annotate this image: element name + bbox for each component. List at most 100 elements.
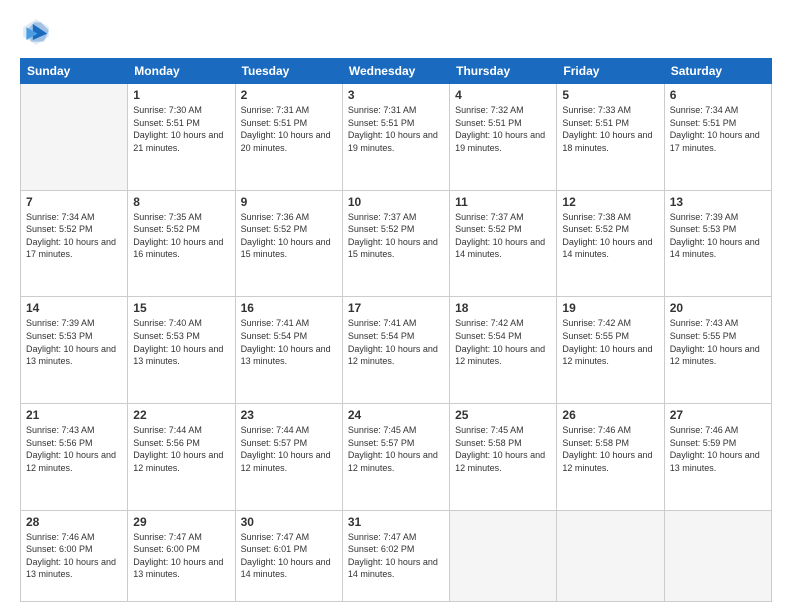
calendar-cell: 1Sunrise: 7:30 AM Sunset: 5:51 PM Daylig… <box>128 84 235 191</box>
day-info: Sunrise: 7:31 AM Sunset: 5:51 PM Dayligh… <box>348 104 444 154</box>
logo-icon <box>20 16 52 48</box>
day-info: Sunrise: 7:47 AM Sunset: 6:00 PM Dayligh… <box>133 531 229 581</box>
day-number: 20 <box>670 301 766 315</box>
day-number: 9 <box>241 195 337 209</box>
day-number: 31 <box>348 515 444 529</box>
calendar-cell <box>664 510 771 601</box>
day-number: 25 <box>455 408 551 422</box>
day-number: 21 <box>26 408 122 422</box>
calendar-cell: 5 Sunrise: 7:33 AM Sunset: 5:51 PM Daylig… <box>557 84 664 191</box>
day-number: 19 <box>562 301 658 315</box>
day-number: 26 <box>562 408 658 422</box>
day-info: Sunrise: 7:33 AM Sunset: 5:51 PM Dayligh… <box>562 104 658 154</box>
day-info: Sunrise: 7:32 AM Sunset: 5:51 PM Dayligh… <box>455 104 551 154</box>
day-info: Sunrise: 7:47 AM Sunset: 6:01 PM Dayligh… <box>241 531 337 581</box>
calendar-cell: 30Sunrise: 7:47 AM Sunset: 6:01 PM Dayli… <box>235 510 342 601</box>
day-info: Sunrise: 7:46 AM Sunset: 5:58 PM Dayligh… <box>562 424 658 474</box>
day-number: 4 <box>455 88 551 102</box>
calendar-cell: 22 Sunrise: 7:44 AM Sunset: 5:56 PM Dayli… <box>128 403 235 510</box>
day-info: Sunrise: 7:30 AM Sunset: 5:51 PM Dayligh… <box>133 104 229 154</box>
day-info: Sunrise: 7:44 AM Sunset: 5:57 PM Dayligh… <box>241 424 337 474</box>
calendar-cell: 6 Sunrise: 7:34 AM Sunset: 5:51 PM Daylig… <box>664 84 771 191</box>
calendar-cell: 14 Sunrise: 7:39 AM Sunset: 5:53 PM Dayli… <box>21 297 128 404</box>
calendar-cell <box>450 510 557 601</box>
day-number: 13 <box>670 195 766 209</box>
calendar-cell: 26 Sunrise: 7:46 AM Sunset: 5:58 PM Dayli… <box>557 403 664 510</box>
calendar-cell: 8Sunrise: 7:35 AM Sunset: 5:52 PM Daylig… <box>128 190 235 297</box>
day-number: 2 <box>241 88 337 102</box>
calendar-cell: 9Sunrise: 7:36 AM Sunset: 5:52 PM Daylig… <box>235 190 342 297</box>
day-info: Sunrise: 7:46 AM Sunset: 6:00 PM Dayligh… <box>26 531 122 581</box>
page: SundayMondayTuesdayWednesdayThursdayFrid… <box>0 0 792 612</box>
calendar-cell: 11 Sunrise: 7:37 AM Sunset: 5:52 PM Dayli… <box>450 190 557 297</box>
calendar-cell: 17 Sunrise: 7:41 AM Sunset: 5:54 PM Dayli… <box>342 297 449 404</box>
day-info: Sunrise: 7:44 AM Sunset: 5:56 PM Dayligh… <box>133 424 229 474</box>
calendar-cell: 23 Sunrise: 7:44 AM Sunset: 5:57 PM Dayli… <box>235 403 342 510</box>
calendar-cell <box>557 510 664 601</box>
calendar-cell: 25 Sunrise: 7:45 AM Sunset: 5:58 PM Dayli… <box>450 403 557 510</box>
weekday-header-sunday: Sunday <box>21 59 128 84</box>
weekday-header-monday: Monday <box>128 59 235 84</box>
day-number: 8 <box>133 195 229 209</box>
day-info: Sunrise: 7:37 AM Sunset: 5:52 PM Dayligh… <box>455 211 551 261</box>
day-number: 12 <box>562 195 658 209</box>
day-info: Sunrise: 7:41 AM Sunset: 5:54 PM Dayligh… <box>348 317 444 367</box>
day-info: Sunrise: 7:42 AM Sunset: 5:55 PM Dayligh… <box>562 317 658 367</box>
calendar-cell: 24 Sunrise: 7:45 AM Sunset: 5:57 PM Dayli… <box>342 403 449 510</box>
day-info: Sunrise: 7:38 AM Sunset: 5:52 PM Dayligh… <box>562 211 658 261</box>
calendar-cell: 20 Sunrise: 7:43 AM Sunset: 5:55 PM Dayli… <box>664 297 771 404</box>
calendar-week-4: 21 Sunrise: 7:43 AM Sunset: 5:56 PM Dayli… <box>21 403 772 510</box>
day-number: 23 <box>241 408 337 422</box>
day-number: 15 <box>133 301 229 315</box>
day-info: Sunrise: 7:45 AM Sunset: 5:57 PM Dayligh… <box>348 424 444 474</box>
calendar-table: SundayMondayTuesdayWednesdayThursdayFrid… <box>20 58 772 602</box>
day-number: 29 <box>133 515 229 529</box>
day-number: 3 <box>348 88 444 102</box>
weekday-header-wednesday: Wednesday <box>342 59 449 84</box>
day-info: Sunrise: 7:39 AM Sunset: 5:53 PM Dayligh… <box>670 211 766 261</box>
day-number: 14 <box>26 301 122 315</box>
weekday-header-saturday: Saturday <box>664 59 771 84</box>
calendar-cell: 31Sunrise: 7:47 AM Sunset: 6:02 PM Dayli… <box>342 510 449 601</box>
day-info: Sunrise: 7:45 AM Sunset: 5:58 PM Dayligh… <box>455 424 551 474</box>
calendar-cell: 3 Sunrise: 7:31 AM Sunset: 5:51 PM Daylig… <box>342 84 449 191</box>
calendar-cell: 7Sunrise: 7:34 AM Sunset: 5:52 PM Daylig… <box>21 190 128 297</box>
day-number: 22 <box>133 408 229 422</box>
weekday-header-tuesday: Tuesday <box>235 59 342 84</box>
logo <box>20 16 56 48</box>
calendar-cell: 18Sunrise: 7:42 AM Sunset: 5:54 PM Dayli… <box>450 297 557 404</box>
calendar-cell: 19 Sunrise: 7:42 AM Sunset: 5:55 PM Dayli… <box>557 297 664 404</box>
calendar-cell <box>21 84 128 191</box>
day-info: Sunrise: 7:39 AM Sunset: 5:53 PM Dayligh… <box>26 317 122 367</box>
calendar-cell: 21 Sunrise: 7:43 AM Sunset: 5:56 PM Dayli… <box>21 403 128 510</box>
calendar-week-2: 7Sunrise: 7:34 AM Sunset: 5:52 PM Daylig… <box>21 190 772 297</box>
calendar-week-3: 14 Sunrise: 7:39 AM Sunset: 5:53 PM Dayli… <box>21 297 772 404</box>
calendar-cell: 2Sunrise: 7:31 AM Sunset: 5:51 PM Daylig… <box>235 84 342 191</box>
day-info: Sunrise: 7:34 AM Sunset: 5:52 PM Dayligh… <box>26 211 122 261</box>
calendar-cell: 10 Sunrise: 7:37 AM Sunset: 5:52 PM Dayli… <box>342 190 449 297</box>
day-number: 17 <box>348 301 444 315</box>
day-info: Sunrise: 7:43 AM Sunset: 5:56 PM Dayligh… <box>26 424 122 474</box>
day-info: Sunrise: 7:34 AM Sunset: 5:51 PM Dayligh… <box>670 104 766 154</box>
weekday-header-thursday: Thursday <box>450 59 557 84</box>
calendar-cell: 12 Sunrise: 7:38 AM Sunset: 5:52 PM Dayli… <box>557 190 664 297</box>
day-info: Sunrise: 7:41 AM Sunset: 5:54 PM Dayligh… <box>241 317 337 367</box>
day-number: 28 <box>26 515 122 529</box>
day-info: Sunrise: 7:37 AM Sunset: 5:52 PM Dayligh… <box>348 211 444 261</box>
calendar-week-5: 28 Sunrise: 7:46 AM Sunset: 6:00 PM Dayli… <box>21 510 772 601</box>
day-number: 18 <box>455 301 551 315</box>
calendar-header: SundayMondayTuesdayWednesdayThursdayFrid… <box>21 59 772 84</box>
calendar-body: 1Sunrise: 7:30 AM Sunset: 5:51 PM Daylig… <box>21 84 772 602</box>
day-number: 10 <box>348 195 444 209</box>
header <box>20 16 772 48</box>
calendar-cell: 28 Sunrise: 7:46 AM Sunset: 6:00 PM Dayli… <box>21 510 128 601</box>
day-number: 6 <box>670 88 766 102</box>
day-info: Sunrise: 7:43 AM Sunset: 5:55 PM Dayligh… <box>670 317 766 367</box>
calendar-cell: 16Sunrise: 7:41 AM Sunset: 5:54 PM Dayli… <box>235 297 342 404</box>
calendar-cell: 4 Sunrise: 7:32 AM Sunset: 5:51 PM Daylig… <box>450 84 557 191</box>
day-number: 11 <box>455 195 551 209</box>
day-info: Sunrise: 7:46 AM Sunset: 5:59 PM Dayligh… <box>670 424 766 474</box>
day-number: 24 <box>348 408 444 422</box>
calendar-cell: 29 Sunrise: 7:47 AM Sunset: 6:00 PM Dayli… <box>128 510 235 601</box>
day-number: 5 <box>562 88 658 102</box>
